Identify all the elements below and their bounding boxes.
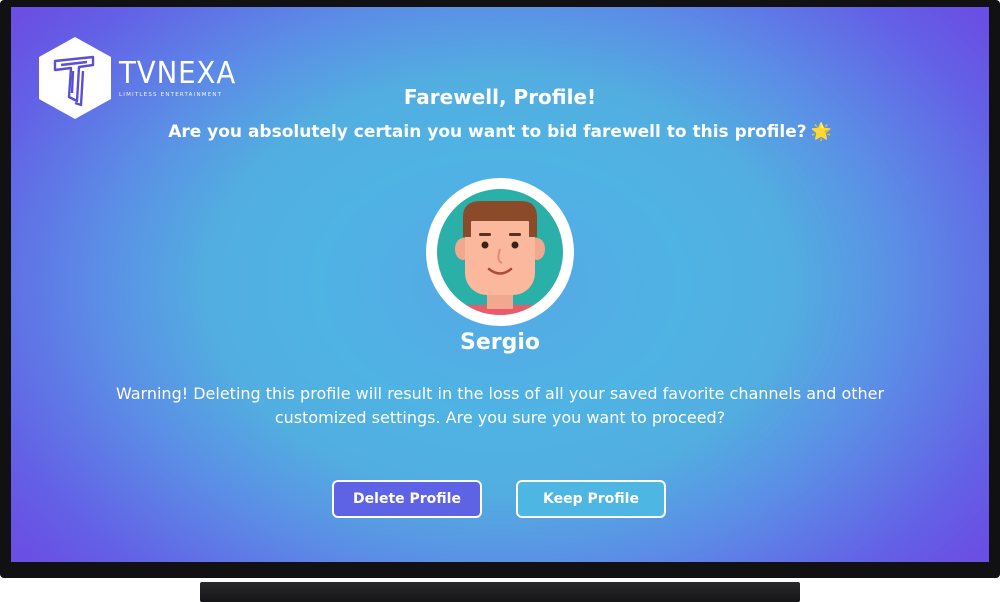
tv-screen: TVNEXA LIMITLESS ENTERTAINMENT Farewell,… xyxy=(11,7,989,562)
warning-message: Warning! Deleting this profile will resu… xyxy=(115,384,885,427)
profile-avatar[interactable] xyxy=(425,177,575,327)
profile-name: Sergio xyxy=(459,330,541,355)
dialog-subtitle: Are you absolutely certain you want to b… xyxy=(11,122,989,142)
keep-profile-button[interactable]: Keep Profile xyxy=(516,480,666,518)
star-icon: 🌟 xyxy=(810,122,832,142)
delete-profile-button[interactable]: Delete Profile xyxy=(332,480,482,518)
tv-frame: TVNEXA LIMITLESS ENTERTAINMENT Farewell,… xyxy=(0,0,1000,578)
dialog-subtitle-text: Are you absolutely certain you want to b… xyxy=(168,122,807,142)
dialog-title: Farewell, Profile! xyxy=(403,85,597,109)
tv-stand xyxy=(200,582,800,602)
